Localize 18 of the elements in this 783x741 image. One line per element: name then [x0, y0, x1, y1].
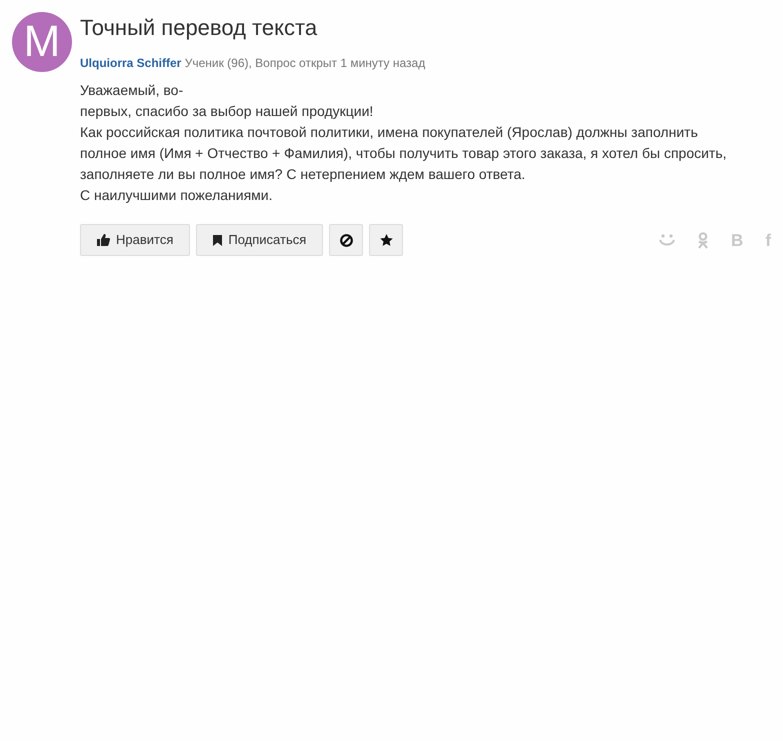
- question-text-line: Уважаемый, во-: [80, 81, 184, 100]
- block-icon: [340, 234, 353, 246]
- author-info: Ученик (96), Вопрос открыт 1 минуту назад: [184, 56, 426, 70]
- star-icon: [380, 234, 393, 246]
- like-button[interactable]: Нравится: [80, 224, 190, 256]
- question-text-line: заполняете ли вы полное имя? С нетерпением ждем вашего ответа.: [80, 165, 526, 184]
- favorite-button[interactable]: [369, 224, 404, 256]
- question-text-line: полное имя (Имя + Отчество + Фамилия), чтобы получить товар этого заказа, я хотел бы спросить,: [80, 144, 727, 163]
- author-link[interactable]: Ulquiorra Schiffer: [80, 56, 182, 70]
- bookmark-icon: [213, 234, 222, 246]
- question-text-line: С наилучшими пожеланиями.: [80, 186, 273, 205]
- question-text-line: Как российская политика почтовой политики, имена покупателей (Ярослав) должны заполнить: [80, 123, 698, 142]
- thumbs-up-icon: [97, 234, 110, 246]
- question-title: Точный перевод текста: [80, 14, 318, 42]
- question-text-line: первых, спасибо за выбор нашей продукции!: [80, 102, 374, 121]
- avatar: M: [12, 12, 72, 72]
- subscribe-button[interactable]: Подписаться: [196, 224, 324, 256]
- block-button[interactable]: [329, 224, 364, 256]
